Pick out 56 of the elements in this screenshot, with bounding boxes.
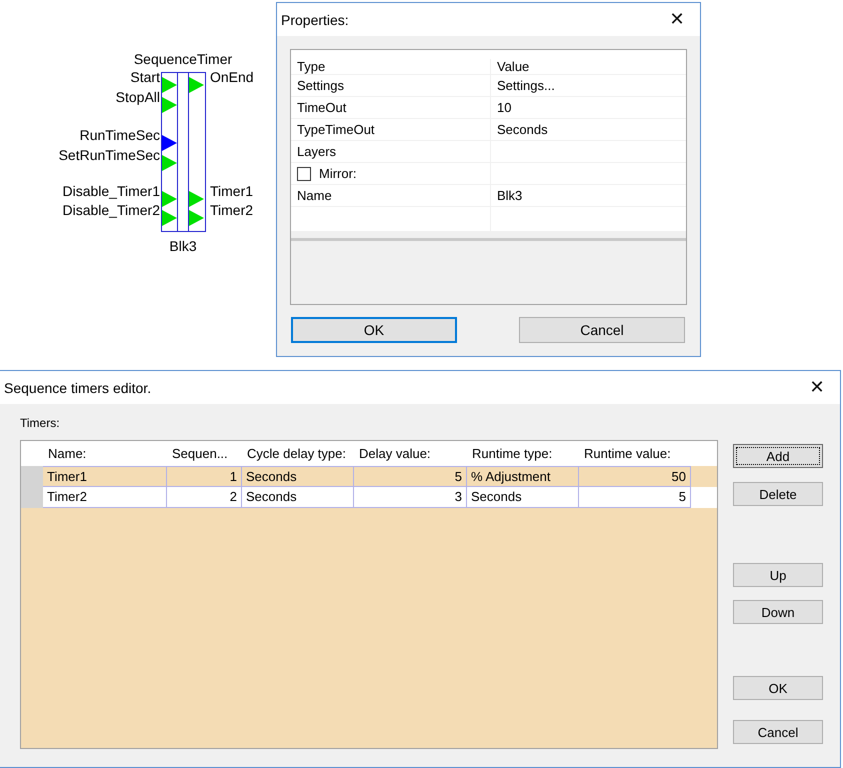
property-value[interactable]: Seconds [497,122,548,137]
column-header[interactable]: Runtime value: [579,446,691,461]
table-cell[interactable]: Seconds [467,487,579,508]
input-pin-label: RunTimeSec [80,127,160,143]
column-header: Type [291,59,491,74]
dialog-button[interactable]: Down [733,600,823,624]
dialog-button[interactable]: Delete [733,482,823,506]
property-name: Layers [297,144,336,159]
output-pin-label: OnEnd [210,69,254,85]
property-name: Name [297,188,332,203]
dialog-title: Sequence timers editor. [4,380,152,396]
row-header[interactable] [21,487,43,508]
table-cell[interactable]: Timer1 [43,466,167,487]
table-cell[interactable]: 5 [579,487,691,508]
column-header: Value [496,59,530,74]
block-title: SequenceTimer [132,51,234,67]
property-value[interactable]: Settings... [497,78,555,93]
column-header[interactable]: Name: [43,446,167,461]
property-value[interactable]: Blk3 [497,188,522,203]
block-name: Blk3 [168,238,198,254]
input-pin-label: StopAll [116,89,160,105]
close-button[interactable]: ✕ [794,372,840,402]
property-name: Mirror: [319,166,357,181]
property-name: TimeOut [297,100,346,115]
column-header[interactable]: Runtime type: [467,446,579,461]
property-value[interactable]: 10 [497,100,512,115]
dialog-button[interactable]: OK [733,676,823,700]
output-pin-label: Timer2 [210,202,254,218]
close-button[interactable]: ✕ [654,4,700,34]
table-cell[interactable]: 50 [579,466,691,487]
property-name: Settings [297,78,344,93]
table-cell[interactable]: 3 [354,487,467,508]
table-cell[interactable]: 5 [354,466,467,487]
dialog-button[interactable]: OK [291,317,457,343]
table-cell[interactable]: 2 [167,487,242,508]
input-pin-label: Disable_Timer2 [62,202,160,218]
dialog-button[interactable]: Up [733,563,823,587]
checkbox[interactable] [297,166,311,180]
input-pin-label: Start [130,69,160,85]
dialog-button[interactable]: Cancel [519,317,685,343]
table-cell[interactable]: % Adjustment [467,466,579,487]
column-header[interactable]: Delay value: [354,446,467,461]
table-cell[interactable]: Seconds [242,466,354,487]
output-pin-label: Timer1 [210,183,254,199]
table-cell[interactable]: Timer2 [43,487,167,508]
group-label: Timers: [20,416,61,430]
dialog-button[interactable]: Add [733,444,823,468]
property-name: TypeTimeOut [297,122,375,137]
dialog-title: Properties: [281,12,349,28]
row-header[interactable] [21,466,43,487]
input-pin-label: SetRunTimeSec [58,147,160,163]
column-header[interactable]: Sequen... [167,446,242,461]
input-pin-label: Disable_Timer1 [62,183,160,199]
column-header[interactable]: Cycle delay type: [242,446,354,461]
dialog-button[interactable]: Cancel [733,720,823,744]
table-cell[interactable]: Seconds [242,487,354,508]
